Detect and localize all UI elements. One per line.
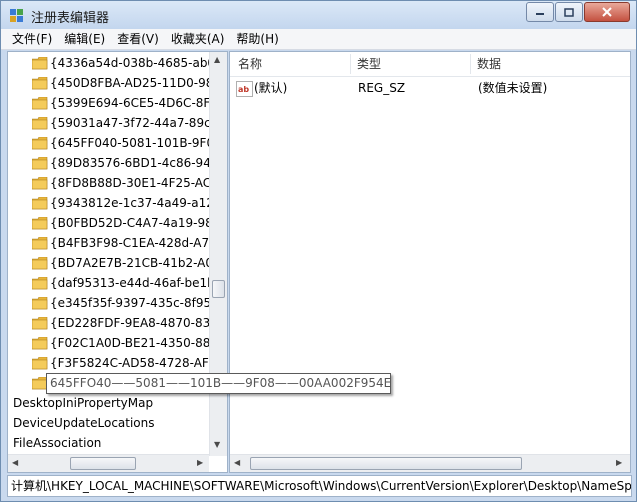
window-title: 注册表编辑器	[31, 11, 110, 26]
folder-icon	[31, 316, 48, 330]
string-value-icon: ab	[236, 81, 253, 97]
tree-key-label: {F02C1A0D-BE21-4350-88B	[50, 336, 219, 350]
folder-icon	[31, 116, 48, 130]
maximize-button[interactable]	[555, 2, 583, 22]
registry-tree-pane[interactable]: {4336a54d-038b-4685-ab0 {450D8FBA-AD25-11…	[7, 51, 228, 473]
menu-bar: 文件(F) 编辑(E) 查看(V) 收藏夹(A) 帮助(H)	[1, 29, 636, 50]
minimize-button[interactable]	[526, 2, 554, 22]
tree-key-label: {B0FBD52D-C4A7-4a19-985	[50, 216, 221, 230]
tree-key-item[interactable]: {450D8FBA-AD25-11D0-98A	[8, 73, 222, 93]
close-icon	[602, 7, 612, 17]
folder-icon	[31, 76, 48, 90]
column-header: 名称 类型 数据	[230, 52, 630, 77]
tree-key-item[interactable]: DesktopIniPropertyMap	[8, 393, 209, 413]
tree-vertical-scrollbar[interactable]: ▲ ▼	[209, 52, 227, 456]
tree-key-item[interactable]: {B4FB3F98-C1EA-428d-A78	[8, 233, 217, 253]
folder-icon	[31, 256, 48, 270]
folder-icon	[31, 196, 48, 210]
tree-key-label: {B4FB3F98-C1EA-428d-A78	[50, 236, 217, 250]
scroll-down-icon[interactable]: ▼	[214, 440, 220, 449]
title-bar[interactable]: 注册表编辑器	[1, 1, 636, 29]
scroll-up-icon[interactable]: ▲	[214, 55, 220, 64]
tree-key-label: {450D8FBA-AD25-11D0-98A	[50, 76, 222, 90]
tree-key-label: FileAssociation	[13, 436, 102, 450]
value-name: (默认)	[254, 81, 288, 95]
column-name[interactable]: 名称	[232, 52, 348, 76]
tree-key-label: {9343812e-1c37-4a49-a12e	[50, 196, 222, 210]
tree-key-item[interactable]: {daf95313-e44d-46af-be1b	[8, 273, 215, 293]
tree-vscroll-thumb[interactable]	[212, 280, 225, 298]
maximize-icon	[564, 7, 574, 17]
tree-key-label: {ED228FDF-9EA8-4870-83b	[50, 316, 218, 330]
tree-horizontal-scrollbar[interactable]: ◀ ▶	[8, 454, 209, 472]
scroll-left-icon[interactable]: ◀	[234, 458, 240, 467]
value-data: (数值未设置)	[478, 81, 548, 95]
folder-icon	[31, 336, 48, 350]
menu-favorites[interactable]: 收藏夹(A)	[165, 29, 231, 49]
folder-icon	[31, 236, 48, 250]
tree-hscroll-thumb[interactable]	[70, 457, 136, 470]
tree-key-label: {BD7A2E7B-21CB-41b2-A0	[50, 256, 214, 270]
folder-icon	[31, 96, 48, 110]
column-type[interactable]: 类型	[351, 52, 467, 76]
tree-key-item[interactable]: {ED228FDF-9EA8-4870-83b	[8, 313, 218, 333]
tree-key-label: {8FD8B88D-30E1-4F25-AC2	[50, 176, 219, 190]
tree-key-item[interactable]: {e345f35f-9397-435c-8f95-	[8, 293, 215, 313]
menu-view[interactable]: 查看(V)	[111, 29, 165, 49]
folder-icon	[31, 176, 48, 190]
tree-key-item[interactable]: {BD7A2E7B-21CB-41b2-A0	[8, 253, 213, 273]
menu-file[interactable]: 文件(F)	[6, 29, 58, 49]
tree-key-item[interactable]: {F3F5824C-AD58-4728-AF5	[8, 353, 216, 373]
tree-key-item[interactable]: {4336a54d-038b-4685-ab0	[8, 53, 215, 73]
menu-help[interactable]: 帮助(H)	[230, 29, 284, 49]
folder-icon	[31, 56, 48, 70]
value-row[interactable]: ab (默认) REG_SZ (数值未设置)	[230, 78, 610, 98]
scroll-right-icon[interactable]: ▶	[616, 458, 622, 467]
tree-key-label: {89D83576-6BD1-4c86-945	[50, 156, 219, 170]
menu-edit[interactable]: 编辑(E)	[58, 29, 111, 49]
list-hscroll-thumb[interactable]	[250, 457, 522, 470]
rename-key-input[interactable]: 645FFO40——5081——101B——9F08——00AA002F954E	[46, 373, 391, 394]
tree-key-label: DesktopIniPropertyMap	[13, 396, 154, 410]
tree-key-item[interactable]: {F02C1A0D-BE21-4350-88B	[8, 333, 219, 353]
close-button[interactable]	[584, 2, 630, 22]
registry-values-pane[interactable]: 名称 类型 数据 ab (默认) REG_SZ (数值未设置) ◀ ▶	[229, 51, 631, 473]
tree-key-label: {4336a54d-038b-4685-ab0	[50, 56, 216, 70]
tree-key-label: {F3F5824C-AD58-4728-AF5	[50, 356, 217, 370]
tree-key-label: {e345f35f-9397-435c-8f95-	[50, 296, 216, 310]
column-data[interactable]: 数据	[471, 52, 617, 76]
tree-key-item[interactable]: {B0FBD52D-C4A7-4a19-985	[8, 213, 220, 233]
tree-key-item[interactable]: {645FF040-5081-101B-9F08	[8, 133, 222, 153]
tree-key-item[interactable]: {9343812e-1c37-4a49-a12e	[8, 193, 221, 213]
regedit-app-icon	[10, 9, 23, 22]
registry-editor-window: 注册表编辑器 文件(F) 编辑(E) 查看(V) 收藏夹(A) 帮助(H) {4336a…	[0, 0, 637, 502]
tree-key-item[interactable]: {8FD8B88D-30E1-4F25-AC2	[8, 173, 219, 193]
scroll-left-icon[interactable]: ◀	[12, 458, 18, 467]
tree-key-item[interactable]: DeviceUpdateLocations	[8, 413, 209, 433]
folder-icon	[31, 276, 48, 290]
folder-icon	[31, 136, 48, 150]
tree-rows: {4336a54d-038b-4685-ab0 {450D8FBA-AD25-11…	[8, 52, 222, 456]
status-bar-path: 计算机\HKEY_LOCAL_MACHINE\SOFTWARE\Microsof…	[7, 475, 632, 497]
tree-key-item[interactable]: {59031a47-3f72-44a7-89c5	[8, 113, 218, 133]
folder-icon	[31, 356, 48, 370]
tree-key-item[interactable]: {5399E694-6CE5-4D6C-8FC	[8, 93, 219, 113]
scroll-right-icon[interactable]: ▶	[197, 458, 203, 467]
value-type: REG_SZ	[358, 81, 406, 95]
list-horizontal-scrollbar[interactable]: ◀ ▶	[230, 454, 630, 472]
tree-key-label: {645FF040-5081-101B-9F08	[50, 136, 222, 150]
folder-icon	[31, 156, 48, 170]
folder-icon	[31, 296, 48, 310]
svg-text:ab: ab	[238, 85, 249, 94]
tree-key-label: {5399E694-6CE5-4D6C-8FC	[50, 96, 219, 110]
tree-key-label: {59031a47-3f72-44a7-89c5	[50, 116, 219, 130]
tree-key-label: DeviceUpdateLocations	[13, 416, 155, 430]
tree-key-item[interactable]: FileAssociation	[8, 433, 209, 453]
folder-icon	[31, 216, 48, 230]
tree-key-item[interactable]: {89D83576-6BD1-4c86-945	[8, 153, 218, 173]
minimize-icon	[536, 13, 544, 15]
tree-key-label: {daf95313-e44d-46af-be1b	[50, 276, 215, 290]
